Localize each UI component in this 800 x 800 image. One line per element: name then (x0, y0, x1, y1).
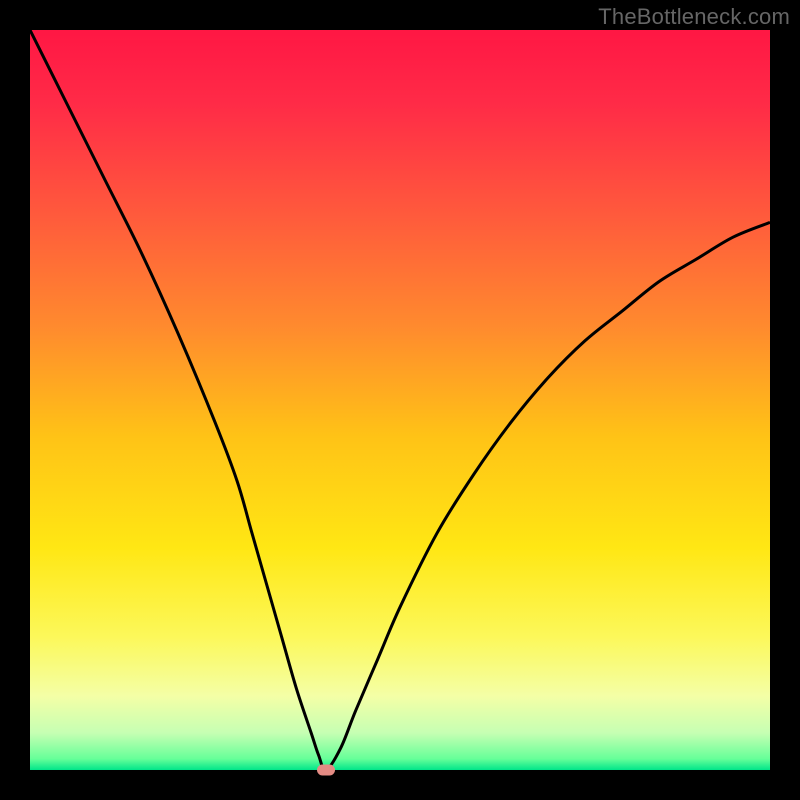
bottleneck-curve (30, 30, 770, 770)
optimum-marker (317, 765, 335, 776)
chart-frame: TheBottleneck.com (0, 0, 800, 800)
watermark-text: TheBottleneck.com (598, 4, 790, 30)
plot-area (30, 30, 770, 770)
curve-layer (30, 30, 770, 770)
